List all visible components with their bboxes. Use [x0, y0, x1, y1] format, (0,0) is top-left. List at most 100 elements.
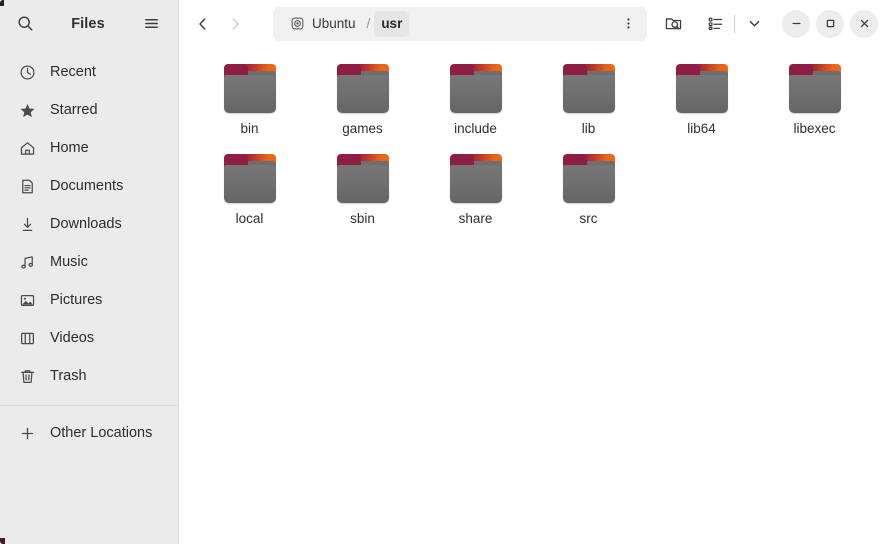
search-folder-button[interactable] [657, 8, 689, 40]
maximize-button[interactable] [816, 9, 844, 38]
folder-icon [335, 152, 391, 205]
search-button[interactable] [10, 9, 40, 39]
file-view[interactable]: bin games include lib lib64 libexec loca… [179, 47, 887, 544]
file-item[interactable]: src [532, 149, 645, 239]
maximize-icon [826, 19, 834, 28]
minimize-button[interactable] [782, 9, 810, 38]
window-controls [782, 9, 878, 38]
file-name: libexec [793, 121, 836, 136]
sidebar-item-label: Home [50, 140, 89, 156]
folder-icon [448, 152, 504, 205]
music-note-icon [18, 253, 36, 271]
sidebar-item-starred[interactable]: Starred [0, 91, 178, 129]
sidebar-item-documents[interactable]: Documents [0, 167, 178, 205]
sidebar-places-list: Recent Starred Home Documents Downloads … [0, 47, 178, 544]
file-item[interactable]: include [419, 59, 532, 149]
disk-drive-icon [291, 17, 304, 30]
back-button[interactable] [187, 8, 219, 40]
folder-icon [222, 152, 278, 205]
folder-icon [561, 152, 617, 205]
app-title: Files [71, 15, 105, 32]
folder-icon [674, 62, 730, 115]
chevron-right-icon [232, 17, 239, 30]
main-area: Ubuntu / usr bin games include lib lib64… [179, 0, 887, 544]
sidebar-item-label: Other Locations [50, 425, 153, 441]
file-item[interactable]: local [193, 149, 306, 239]
sidebar-item-pictures[interactable]: Pictures [0, 281, 178, 319]
vertical-dots-icon [626, 18, 630, 29]
view-options-button[interactable] [738, 8, 770, 40]
folder-icon [787, 62, 843, 115]
sidebar-item-music[interactable]: Music [0, 243, 178, 281]
folder-icon [448, 62, 504, 115]
breadcrumb-usr[interactable]: usr [374, 10, 410, 37]
file-name: sbin [350, 211, 375, 226]
toolbar-separator [734, 14, 735, 33]
folder-icon [335, 62, 391, 115]
file-name: share [458, 211, 493, 226]
folder-search-icon [665, 18, 681, 30]
main-menu-button[interactable] [136, 9, 166, 39]
breadcrumb-label: Ubuntu [312, 16, 356, 31]
file-item[interactable]: sbin [306, 149, 419, 239]
file-item[interactable]: games [306, 59, 419, 149]
sidebar-item-trash[interactable]: Trash [0, 357, 178, 395]
clock-icon [18, 63, 36, 81]
path-bar-menu-button[interactable] [615, 11, 641, 37]
window-corner-bottom-left [0, 538, 5, 544]
chevron-down-icon [749, 20, 759, 27]
file-item[interactable]: share [419, 149, 532, 239]
minimize-icon [792, 22, 800, 25]
sidebar-item-label: Recent [50, 64, 96, 80]
sidebar-item-label: Videos [50, 330, 95, 346]
sidebar-header: Files [0, 0, 178, 47]
file-item[interactable]: lib64 [645, 59, 758, 149]
file-name: lib64 [687, 121, 716, 136]
sidebar-item-label: Downloads [50, 216, 122, 232]
sidebar-item-recent[interactable]: Recent [0, 53, 178, 91]
file-item[interactable]: lib [532, 59, 645, 149]
sidebar-divider [0, 405, 178, 406]
sidebar-item-videos[interactable]: Videos [0, 319, 178, 357]
sidebar-item-label: Music [50, 254, 88, 270]
breadcrumb-separator: / [366, 16, 371, 31]
file-name: bin [240, 121, 259, 136]
search-icon [17, 16, 32, 31]
folder-icon [222, 62, 278, 115]
trash-icon [18, 367, 36, 385]
plus-icon [18, 424, 36, 442]
window-corner-top-left [0, 0, 4, 6]
star-icon [18, 101, 36, 119]
path-bar: Ubuntu / usr [273, 6, 647, 41]
breadcrumb-ubuntu[interactable]: Ubuntu [283, 11, 363, 37]
list-view-button[interactable] [699, 8, 731, 40]
folder-icon [561, 62, 617, 115]
sidebar-item-label: Pictures [50, 292, 103, 308]
video-film-icon [18, 329, 36, 347]
home-icon [18, 139, 36, 157]
sidebar-item-label: Documents [50, 178, 124, 194]
sidebar-item-other-locations[interactable]: Other Locations [0, 414, 178, 452]
download-arrow-icon [18, 215, 36, 233]
document-icon [18, 177, 36, 195]
breadcrumb-label: usr [381, 16, 403, 31]
picture-icon [18, 291, 36, 309]
close-icon [860, 19, 868, 28]
chevron-left-icon [199, 17, 206, 30]
file-name: local [235, 211, 264, 226]
header-bar: Ubuntu / usr [179, 0, 887, 47]
view-controls-group [699, 8, 770, 40]
sidebar-item-downloads[interactable]: Downloads [0, 205, 178, 243]
sidebar-item-label: Starred [50, 102, 98, 118]
sidebar-item-label: Trash [50, 368, 87, 384]
files-window: Files Recent Starred Home Documents Down… [0, 0, 887, 544]
sidebar-item-home[interactable]: Home [0, 129, 178, 167]
forward-button[interactable] [219, 8, 251, 40]
file-name: include [454, 121, 497, 136]
file-item[interactable]: libexec [758, 59, 871, 149]
hamburger-menu-icon [144, 18, 158, 29]
file-name: src [579, 211, 598, 226]
close-button[interactable] [850, 9, 878, 38]
sidebar: Files Recent Starred Home Documents Down… [0, 0, 179, 544]
file-item[interactable]: bin [193, 59, 306, 149]
